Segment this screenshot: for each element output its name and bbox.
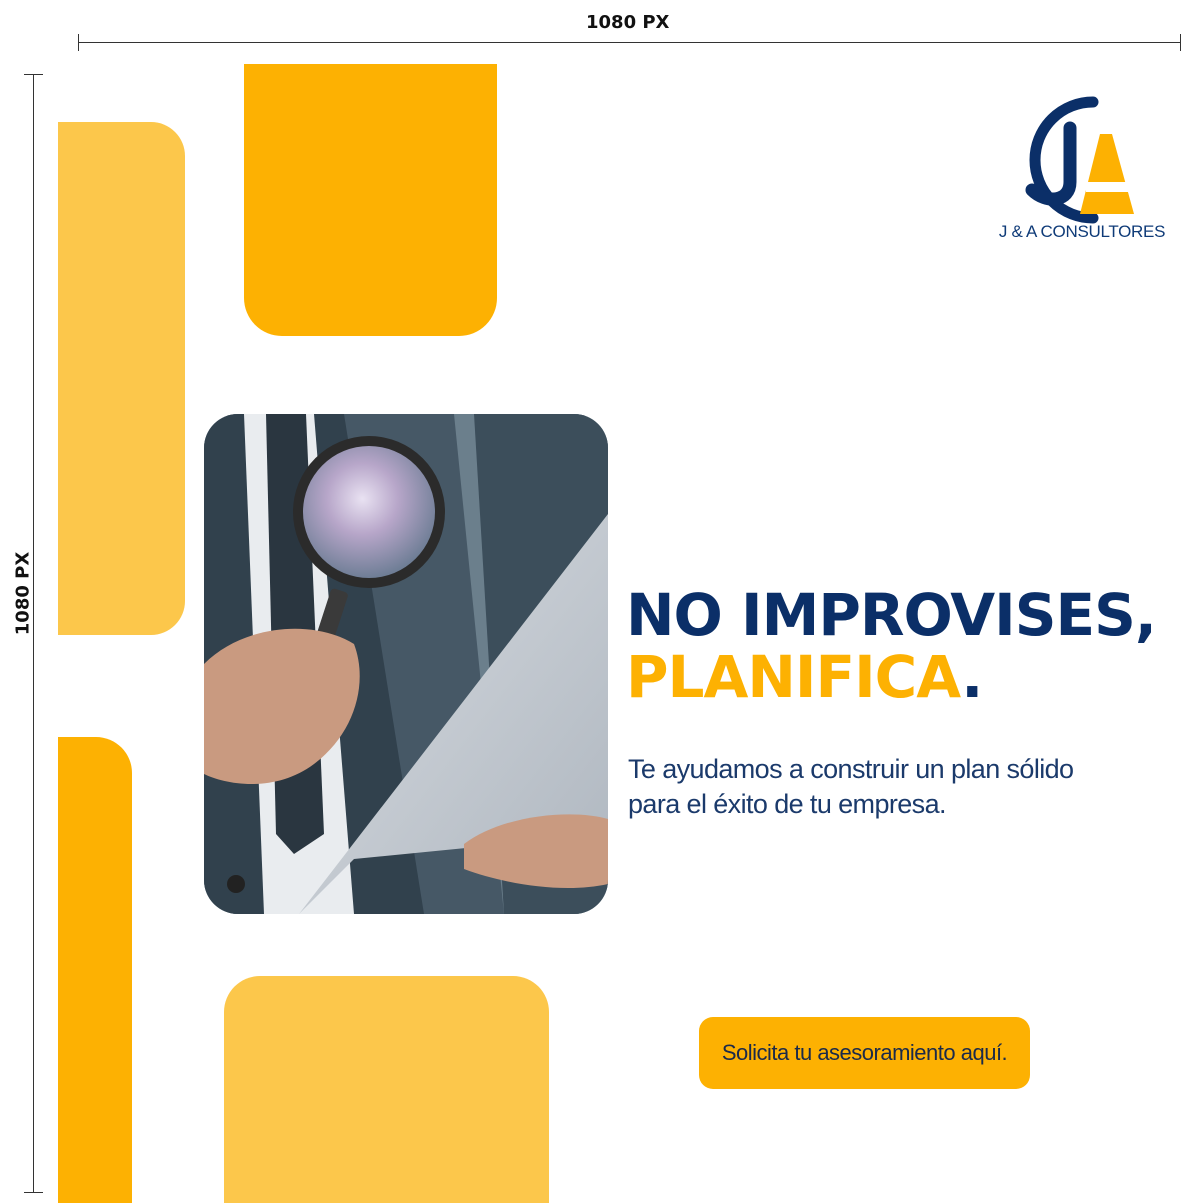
request-advice-button[interactable]: Solicita tu asesoramiento aquí. (699, 1017, 1030, 1089)
brand-name: J & A CONSULTORES (998, 222, 1166, 241)
hero-photo (204, 414, 608, 914)
width-dimension-tick-right (1180, 34, 1181, 51)
headline-highlight: PLANIFICA (626, 643, 962, 711)
height-dimension-tick-top (24, 74, 43, 75)
decor-block-bottom (224, 976, 549, 1203)
width-dimension-label: 1080 PX (586, 12, 670, 33)
height-dimension-label: 1080 PX (12, 551, 34, 636)
headline-period: . (961, 643, 983, 711)
subtitle: Te ayudamos a construir un plan sólido p… (628, 752, 1148, 822)
width-dimension-tick-left (78, 34, 79, 51)
subtitle-line-1: Te ayudamos a construir un plan sólido (628, 754, 1074, 784)
subtitle-line-2: para el éxito de tu empresa. (628, 789, 947, 819)
headline-line-1: NO IMPROVISES, (626, 581, 1157, 649)
decor-block-left-bottom (58, 737, 132, 1203)
hero-photo-illustration (204, 414, 608, 914)
height-dimension-tick-bottom (24, 1192, 43, 1193)
post-canvas: J & A CONSULTORES NO IMPROVISES, PLANIFI… (58, 64, 1188, 1203)
decor-block-top (244, 64, 497, 336)
decor-block-left-top (58, 122, 185, 635)
width-dimension-line (79, 42, 1180, 43)
headline: NO IMPROVISES, PLANIFICA. (626, 581, 1157, 708)
headline-line-2: PLANIFICA. (626, 646, 1156, 708)
